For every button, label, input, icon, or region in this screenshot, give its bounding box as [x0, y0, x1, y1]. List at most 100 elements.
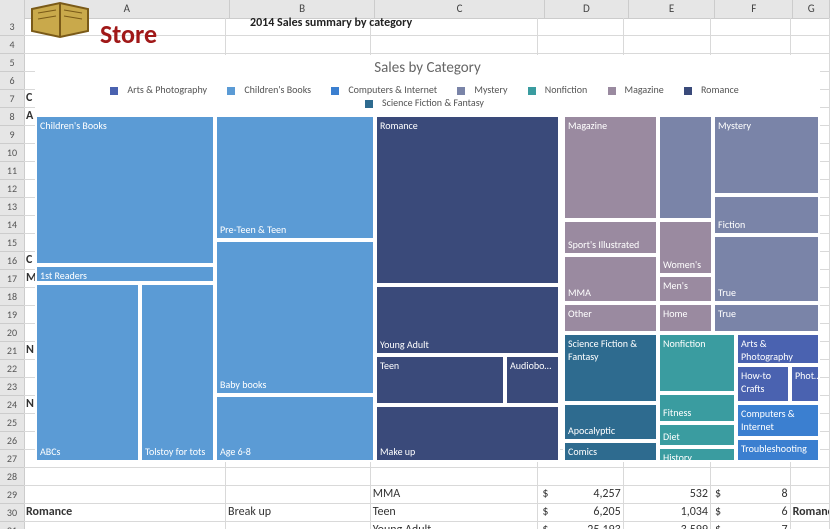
row-header[interactable]: 7 — [0, 90, 24, 108]
row-header[interactable]: 20 — [0, 324, 24, 342]
row-header[interactable]: 5 — [0, 54, 24, 72]
row-header[interactable]: 12 — [0, 180, 24, 198]
treemap-tile[interactable]: Audiobo… — [505, 355, 560, 405]
row-header[interactable]: 26 — [0, 432, 24, 450]
treemap-tile[interactable]: ABCs — [35, 283, 140, 462]
row-header[interactable]: 25 — [0, 414, 24, 432]
treemap-tile[interactable]: Baby books — [215, 240, 375, 395]
row-header[interactable]: 9 — [0, 126, 24, 144]
row-header[interactable]: 10 — [0, 144, 24, 162]
treemap-tile[interactable]: Science Fiction & Fantasy — [563, 333, 658, 403]
treemap-tile[interactable]: Women's — [658, 220, 713, 275]
cell[interactable] — [226, 486, 371, 503]
table-row[interactable]: MMA $4,257 532 $8 — [24, 486, 830, 504]
cell[interactable]: Teen — [371, 504, 539, 521]
cell[interactable] — [791, 522, 830, 529]
cell[interactable] — [24, 486, 226, 503]
row-header[interactable]: 14 — [0, 216, 24, 234]
book-icon — [28, 0, 92, 42]
row-header[interactable]: 13 — [0, 198, 24, 216]
cell[interactable]: $6,205 — [538, 504, 623, 521]
table-row[interactable]: Romance Break up Teen $6,205 1,034 $6 Ro… — [24, 504, 830, 522]
treemap-tile[interactable]: Young Adult — [375, 285, 560, 355]
treemap-tile[interactable]: Age 6-8 — [215, 395, 375, 462]
treemap-tile[interactable]: MMA — [563, 255, 658, 303]
cell[interactable]: MMA — [371, 486, 539, 503]
cell[interactable]: 1,034 — [624, 504, 711, 521]
row-header[interactable]: 19 — [0, 306, 24, 324]
row-header[interactable]: 30 — [0, 504, 24, 522]
row-header[interactable]: 3 — [0, 18, 24, 36]
row-header[interactable]: 11 — [0, 162, 24, 180]
treemap-tile[interactable]: Diet — [658, 423, 736, 447]
treemap-tile[interactable]: Magazine — [563, 115, 658, 220]
cell[interactable]: Romance — [24, 504, 226, 521]
row-header[interactable]: 22 — [0, 360, 24, 378]
treemap-tile[interactable]: History — [658, 447, 736, 462]
treemap-tile[interactable]: Phot… — [790, 365, 820, 403]
row-header[interactable]: 29 — [0, 486, 24, 504]
treemap-tile[interactable]: Computers & Internet — [736, 403, 820, 438]
col-header-d[interactable]: D — [545, 0, 629, 18]
treemap-tile[interactable] — [658, 115, 713, 220]
treemap-tile[interactable]: Pre-Teen & Teen — [215, 115, 375, 240]
row-header[interactable]: 31 — [0, 522, 24, 529]
row-header[interactable]: 15 — [0, 234, 24, 252]
treemap-tile[interactable]: Other — [563, 303, 658, 333]
treemap-tile[interactable]: Fitness — [658, 393, 736, 423]
treemap-tile[interactable]: 1st Readers — [35, 265, 215, 283]
treemap-tile[interactable]: True — [713, 303, 820, 333]
cell[interactable] — [226, 522, 371, 529]
row-header[interactable]: 27 — [0, 450, 24, 468]
cell[interactable]: $7 — [711, 522, 791, 529]
treemap-tile[interactable]: Men's — [658, 275, 713, 303]
row-header[interactable]: 17 — [0, 270, 24, 288]
table-row[interactable]: Young Adult $25,193 3,599 $7 — [24, 522, 830, 529]
treemap-tile[interactable]: Apocalyptic — [563, 403, 658, 441]
treemap-tile[interactable]: Tolstoy for tots — [140, 283, 215, 462]
treemap-tile[interactable]: Nonfiction — [658, 333, 736, 393]
cell[interactable]: 532 — [624, 486, 711, 503]
cell[interactable]: $8 — [711, 486, 791, 503]
row-header[interactable]: 28 — [0, 468, 24, 486]
cell[interactable]: $6 — [711, 504, 791, 521]
row-header[interactable]: 24 — [0, 396, 24, 414]
row-header[interactable]: 4 — [0, 36, 24, 54]
treemap-tile[interactable]: Sport's Illustrated — [563, 220, 658, 255]
cell[interactable]: Break up — [226, 504, 371, 521]
treemap-tile[interactable]: Arts & Photography — [736, 333, 820, 365]
row-header[interactable]: 23 — [0, 378, 24, 396]
treemap-chart[interactable]: Sales by Category Arts & Photography Chi… — [35, 55, 820, 448]
chart-title: Sales by Category — [35, 59, 820, 77]
treemap-tile[interactable]: True — [713, 235, 820, 303]
row-headers: 3 4 5 6 7 8 9 10 11 12 13 14 15 16 17 18… — [0, 18, 25, 529]
cell[interactable] — [791, 486, 830, 503]
store-label: Store — [100, 18, 157, 50]
cell[interactable]: Romance7,037 — [791, 504, 830, 521]
treemap-tile[interactable]: Fiction — [713, 195, 820, 235]
cell[interactable]: $4,257 — [538, 486, 623, 503]
treemap-tile[interactable]: Mystery — [713, 115, 820, 195]
treemap-tile[interactable]: Comics — [563, 441, 658, 462]
col-header-f[interactable]: F — [715, 0, 793, 18]
col-header-e[interactable]: E — [629, 0, 715, 18]
row-header[interactable]: 6 — [0, 72, 24, 90]
row-header[interactable]: 21 — [0, 342, 24, 360]
treemap-tile[interactable]: Home — [658, 303, 713, 333]
treemap-tile[interactable]: How-to Crafts — [736, 365, 790, 403]
treemap-plot[interactable]: Children's Books 1st Readers ABCs Tolsto… — [35, 115, 820, 462]
cell[interactable] — [24, 522, 226, 529]
cell[interactable]: $25,193 — [538, 522, 623, 529]
treemap-tile[interactable]: Troubleshooting — [736, 438, 820, 462]
treemap-tile[interactable]: Romance — [375, 115, 560, 285]
cell[interactable]: Young Adult — [371, 522, 539, 529]
treemap-tile[interactable]: Children's Books — [35, 115, 215, 265]
row-header[interactable]: 16 — [0, 252, 24, 270]
treemap-tile[interactable]: Teen — [375, 355, 505, 405]
col-header-g[interactable]: G — [793, 0, 830, 18]
cell[interactable]: 3,599 — [624, 522, 711, 529]
treemap-tile[interactable]: Make up — [375, 405, 560, 462]
row-header[interactable]: 8 — [0, 108, 24, 126]
row-header[interactable]: 18 — [0, 288, 24, 306]
chart-legend: Arts & Photography Children's Books Comp… — [35, 83, 820, 109]
